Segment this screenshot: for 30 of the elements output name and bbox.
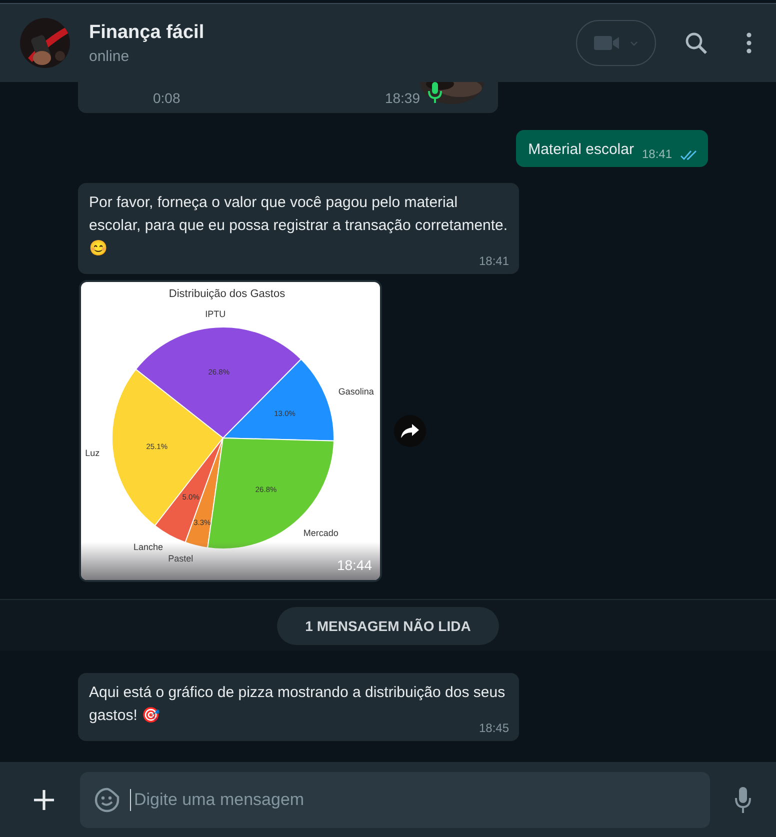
- message-time: 18:45: [478, 721, 509, 735]
- chevron-down-icon: [630, 40, 638, 46]
- message-text: Aqui está o gráfico de pizza mostrando a distribuição dos seus gastos! 🎯: [89, 683, 506, 724]
- category-label: Pastel: [168, 554, 194, 564]
- message-text: Material escolar: [528, 140, 634, 160]
- sticker-icon[interactable]: [94, 786, 120, 812]
- category-label: Gasolina: [338, 386, 374, 397]
- message-time: 18:39: [384, 90, 420, 106]
- message-time: 18:41: [478, 254, 509, 268]
- category-label: Luz: [85, 448, 100, 458]
- microphone-icon: [428, 82, 442, 104]
- video-camera-icon: [594, 35, 620, 51]
- contact-status: online: [89, 48, 130, 64]
- chart-title: Distribuição dos Gastos: [168, 288, 286, 300]
- forward-button[interactable]: [394, 415, 426, 447]
- category-label: Mercado: [303, 528, 338, 538]
- message-time: 18:41: [642, 147, 672, 161]
- microphone-icon[interactable]: [734, 786, 752, 814]
- voice-duration: 0:08: [153, 90, 180, 106]
- category-label: Lanche: [133, 542, 163, 552]
- message-text: Por favor, forneça o valor que você pagou pelo material escolar, para que eu possa registrar a transação corretamente. 😊: [89, 193, 508, 257]
- message-time: 18:44: [336, 557, 372, 573]
- unread-label: 1 MENSAGEM NÃO LIDA: [277, 606, 499, 644]
- search-icon[interactable]: [684, 31, 708, 55]
- contact-name: Finança fácil: [89, 22, 206, 44]
- menu-icon[interactable]: [746, 32, 752, 54]
- forward-icon: [400, 423, 420, 439]
- plus-icon[interactable]: [32, 788, 56, 812]
- message-field[interactable]: Digite uma mensagem: [80, 772, 710, 828]
- category-label: IPTU: [205, 308, 226, 319]
